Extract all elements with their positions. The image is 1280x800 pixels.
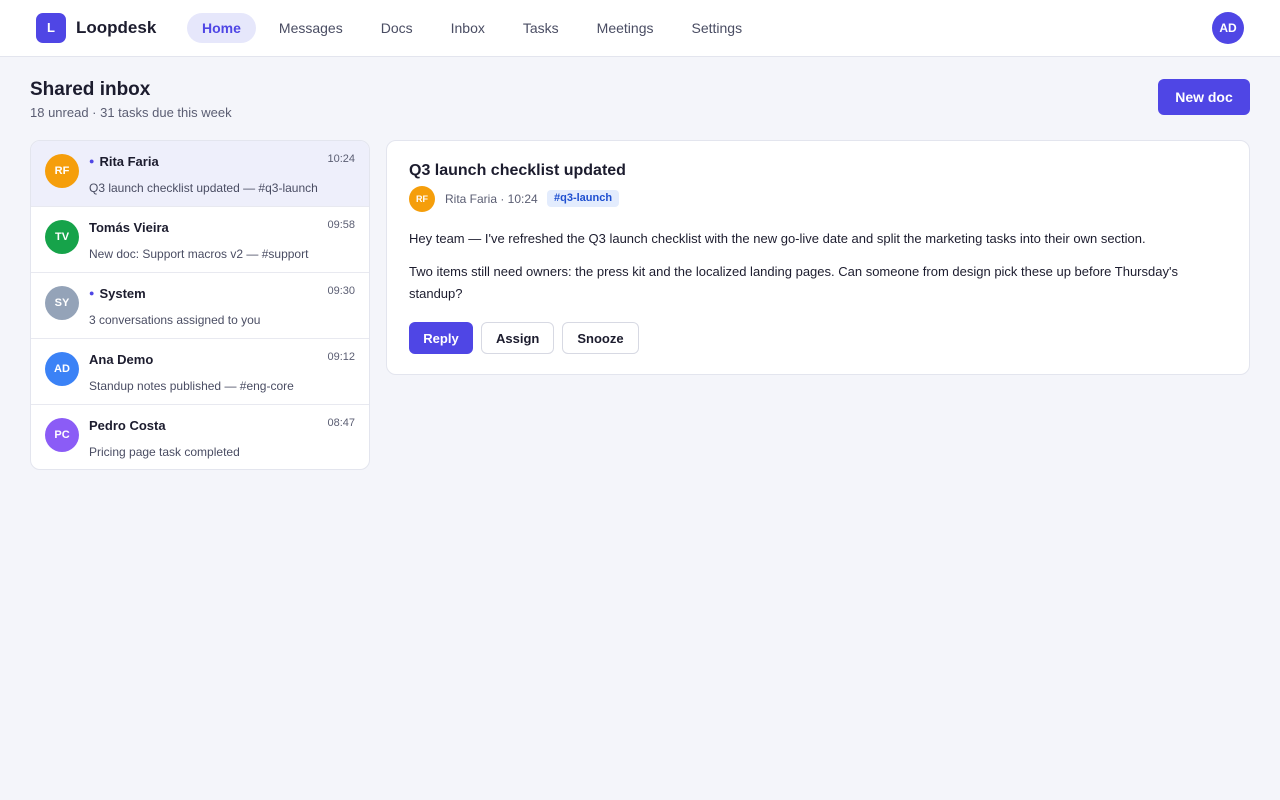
conversation-sender: Ana Demo [89,352,153,367]
user-avatar[interactable]: AD [1212,12,1244,44]
sender-name: Pedro Costa [89,418,166,433]
conversation-item[interactable]: RF ● Rita Faria 10:24 Q3 launch checklist… [31,141,369,207]
snooze-button[interactable]: Snooze [562,322,639,354]
main-nav: Home Messages Docs Inbox Tasks Meetings … [187,13,765,43]
top-nav-bar: L Loopdesk Home Messages Docs Inbox Task… [0,0,1280,57]
conversation-item[interactable]: AD Ana Demo 09:12 Standup notes publishe… [31,339,369,405]
avatar: PC [45,418,79,452]
sender-name: System [99,286,146,301]
nav-item-settings[interactable]: Settings [676,13,757,43]
page-subtitle: 18 unread · 31 tasks due this week [30,105,232,120]
avatar: TV [45,220,79,254]
nav-item-meetings[interactable]: Meetings [582,13,669,43]
message-title: Q3 launch checklist updated [409,162,626,179]
nav-item-messages[interactable]: Messages [264,13,358,43]
conversation-time: 09:30 [327,285,355,297]
message-body-paragraph: Two items still need owners: the press k… [409,264,1178,301]
conversation-sender: ● Rita Faria [89,154,159,169]
nav-item-tasks[interactable]: Tasks [508,13,574,43]
conversation-item[interactable]: PC Pedro Costa 08:47 Pricing page task c… [31,405,369,469]
conversation-time: 09:12 [327,351,355,363]
conversation-sender: Pedro Costa [89,418,166,433]
sender-name: Tomás Vieira [89,220,169,235]
conversation-time: 09:58 [327,219,355,231]
page-title: Shared inbox [30,79,151,100]
app-name[interactable]: Loopdesk [76,18,156,38]
message-actions: Reply Assign Snooze [409,322,647,354]
new-doc-button[interactable]: New doc [1158,79,1250,115]
nav-item-docs[interactable]: Docs [366,13,428,43]
message-meta: Rita Faria · 10:24 [445,192,538,206]
conversation-sender: Tomás Vieira [89,220,169,235]
conversation-time: 08:47 [327,417,355,429]
unread-dot-icon: ● [89,156,95,166]
conversation-item[interactable]: SY ● System 09:30 3 conversations assigne… [31,273,369,339]
assign-button[interactable]: Assign [481,322,555,354]
avatar: RF [409,186,435,212]
avatar: RF [45,154,79,188]
nav-item-inbox[interactable]: Inbox [436,13,500,43]
reply-button[interactable]: Reply [409,322,473,354]
nav-item-home[interactable]: Home [187,13,256,43]
conversation-preview: Q3 launch checklist updated — #q3-launch [89,181,318,195]
conversation-preview: Standup notes published — #eng-core [89,379,294,393]
message-detail-panel: Q3 launch checklist updated RF Rita Fari… [386,140,1250,375]
channel-tag[interactable]: #q3-launch [547,190,620,207]
conversation-list: RF ● Rita Faria 10:24 Q3 launch checklist… [30,140,370,470]
message-body-paragraph: Hey team — I've refreshed the Q3 launch … [409,231,1146,246]
sender-name: Rita Faria [99,154,159,169]
conversation-item[interactable]: TV Tomás Vieira 09:58 New doc: Support m… [31,207,369,273]
logo-icon[interactable]: L [36,13,66,43]
avatar: AD [45,352,79,386]
conversation-preview: 3 conversations assigned to you [89,313,261,327]
sender-name: Ana Demo [89,352,154,367]
avatar: SY [45,286,79,320]
conversation-preview: New doc: Support macros v2 — #support [89,247,309,261]
conversation-preview: Pricing page task completed [89,445,240,459]
unread-dot-icon: ● [89,288,95,298]
conversation-sender: ● System [89,286,146,301]
conversation-time: 10:24 [327,153,355,165]
